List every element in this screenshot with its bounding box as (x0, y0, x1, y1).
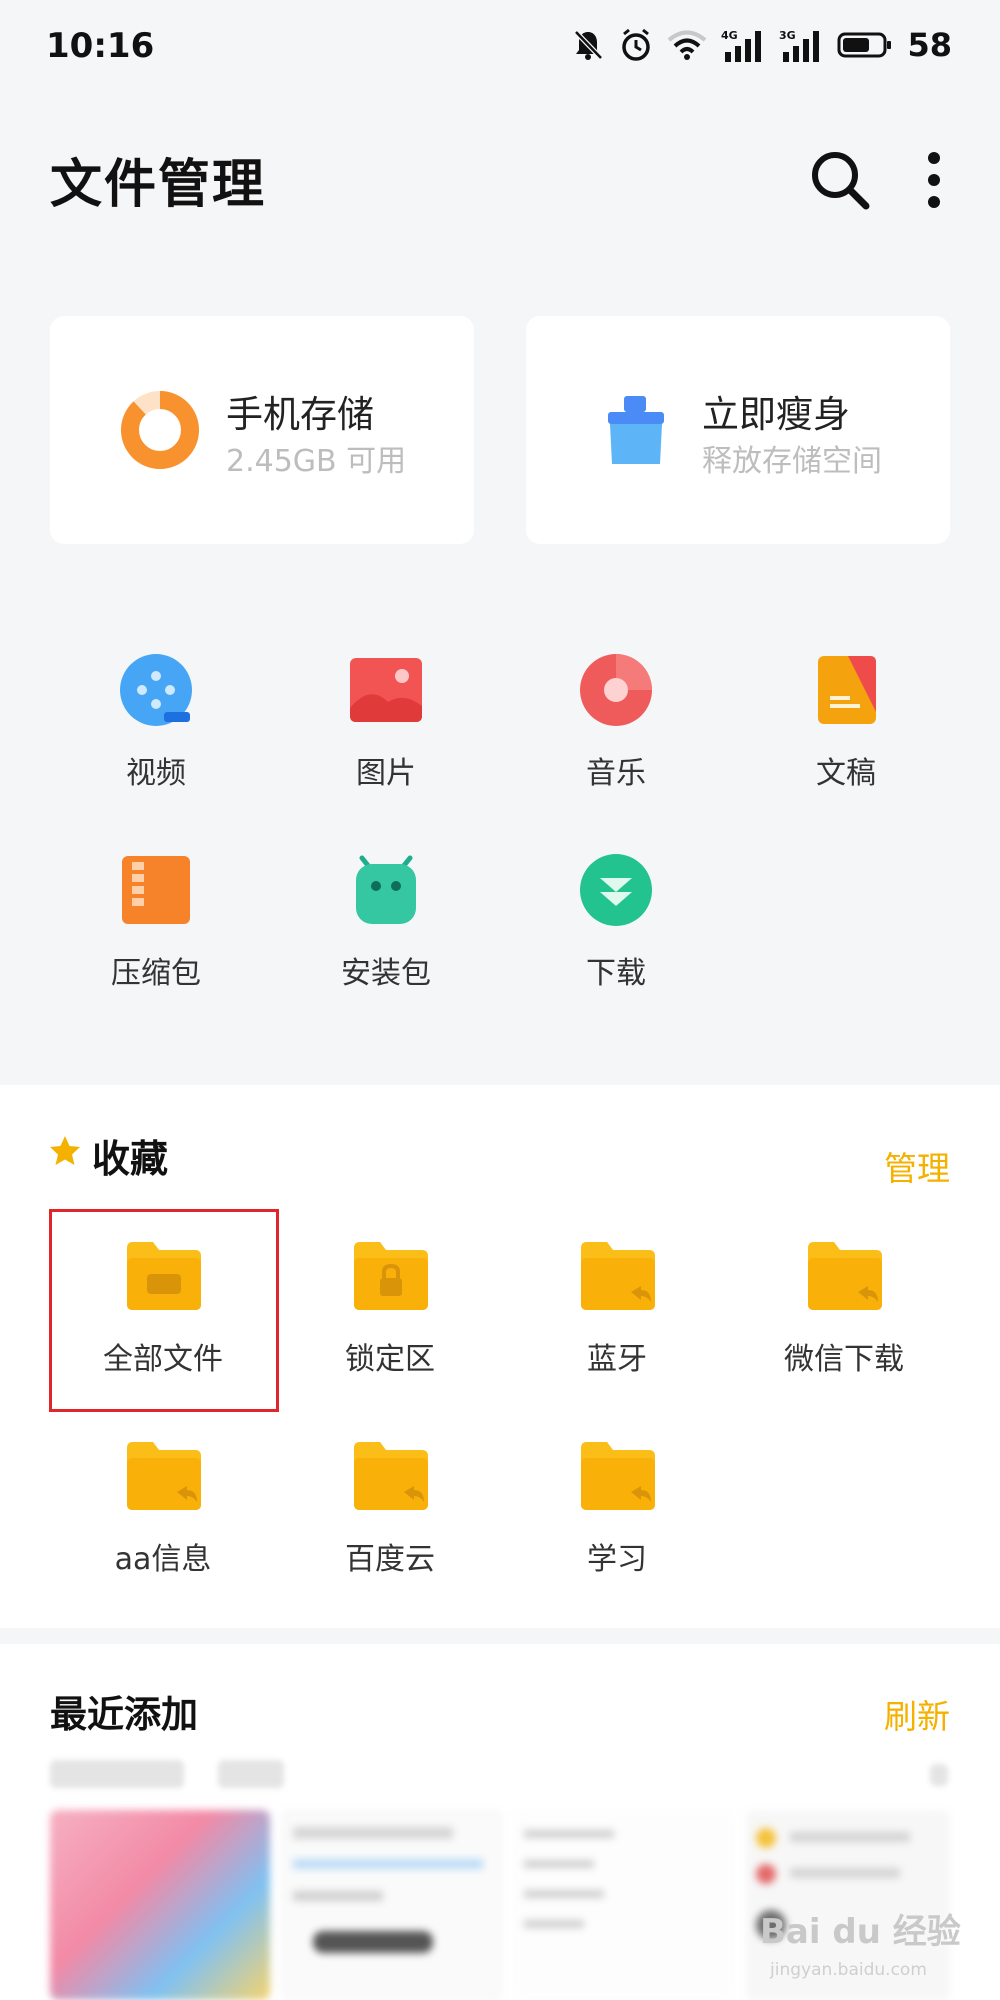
category-image[interactable]: 图片 (268, 652, 498, 822)
page-title: 文件管理 (50, 155, 267, 215)
category-label: 图片 (356, 756, 416, 791)
search-icon[interactable] (808, 148, 872, 212)
folder-label: aa信息 (114, 1542, 212, 1577)
category-label: 视频 (126, 756, 186, 791)
folder-label: 微信下载 (784, 1342, 904, 1377)
storage-title: 手机存储 (226, 393, 374, 436)
refresh-button[interactable]: 刷新 (884, 1690, 950, 1738)
cleanup-title: 立即瘦身 (702, 393, 850, 436)
category-label: 音乐 (586, 756, 646, 791)
favorites-title: 收藏 (92, 1137, 169, 1181)
category-archive[interactable]: 压缩包 (38, 852, 268, 1022)
category-download[interactable]: 下载 (498, 852, 728, 1022)
folder-locked-zone[interactable]: 锁定区 (276, 1230, 504, 1410)
shortcut-folder-icon (581, 1242, 655, 1310)
folder-label: 蓝牙 (587, 1342, 647, 1377)
image-icon (350, 658, 422, 722)
shortcut-folder-icon (354, 1442, 428, 1510)
star-icon (50, 1136, 80, 1165)
recent-group-count (218, 1760, 284, 1788)
folder-aa-info[interactable]: aa信息 (49, 1430, 277, 1610)
cleanup-subtitle: 释放存储空间 (702, 444, 882, 479)
status-bar: 10:16 4G 3G 58 (0, 0, 1000, 100)
category-label: 文稿 (816, 756, 876, 791)
mute-bell-icon (574, 30, 604, 60)
folder-baidu-cloud[interactable]: 百度云 (276, 1430, 504, 1610)
shortcut-folder-icon (581, 1442, 655, 1510)
folder-study[interactable]: 学习 (503, 1430, 731, 1610)
watermark-logo: Bai du 经验 (760, 1912, 961, 1952)
recent-group-label (50, 1760, 184, 1788)
category-video[interactable]: 视频 (38, 652, 268, 822)
category-music[interactable]: 音乐 (498, 652, 728, 822)
category-apk[interactable]: 安装包 (268, 852, 498, 1022)
apk-icon (356, 855, 416, 924)
category-label: 压缩包 (111, 956, 201, 991)
signal-3g-icon: 3G (779, 29, 820, 62)
phone-storage-card[interactable]: 手机存储 2.45GB 可用 (50, 316, 474, 544)
lock-folder-icon (354, 1242, 428, 1310)
video-icon (120, 654, 192, 726)
shortcut-folder-icon (127, 1442, 201, 1510)
music-icon (580, 654, 652, 726)
category-label: 下载 (586, 956, 646, 991)
status-icons: 4G 3G 58 (571, 26, 952, 64)
folder-label: 学习 (587, 1542, 647, 1577)
recent-thumbnail[interactable] (514, 1810, 734, 2000)
recent-thumbnail[interactable] (50, 1810, 270, 2000)
signal-3g-label: 3G (779, 29, 796, 42)
folder-bluetooth[interactable]: 蓝牙 (503, 1230, 731, 1410)
category-label: 安装包 (341, 956, 431, 991)
app-header: 文件管理 (0, 120, 1000, 240)
cleanup-card[interactable]: 立即瘦身 释放存储空间 (526, 316, 950, 544)
wifi-icon (668, 30, 707, 60)
recent-title: 最近添加 (50, 1693, 198, 1736)
highlight-annotation (49, 1209, 279, 1412)
folder-wechat-download[interactable]: 微信下载 (730, 1230, 958, 1410)
document-icon (818, 656, 876, 724)
status-time: 10:16 (46, 26, 155, 66)
battery-icon (837, 32, 892, 58)
download-icon (580, 854, 652, 926)
archive-icon (122, 856, 190, 924)
storage-donut-icon (121, 391, 199, 469)
category-document[interactable]: 文稿 (728, 652, 958, 822)
chevron-right-icon[interactable] (930, 1764, 948, 1786)
more-options-icon[interactable] (918, 148, 950, 212)
signal-4g-label: 4G (721, 29, 738, 42)
watermark-url: jingyan.baidu.com (770, 1960, 927, 1980)
manage-button[interactable]: 管理 (884, 1142, 950, 1190)
folder-label: 锁定区 (345, 1342, 435, 1377)
broom-icon (608, 396, 664, 464)
shortcut-folder-icon (808, 1242, 882, 1310)
folder-label: 百度云 (345, 1542, 435, 1577)
storage-subtitle: 2.45GB 可用 (226, 444, 407, 479)
battery-level: 58 (907, 26, 952, 64)
signal-4g-icon: 4G (721, 29, 762, 62)
recent-thumbnail[interactable] (282, 1810, 502, 2000)
alarm-icon (622, 28, 651, 61)
